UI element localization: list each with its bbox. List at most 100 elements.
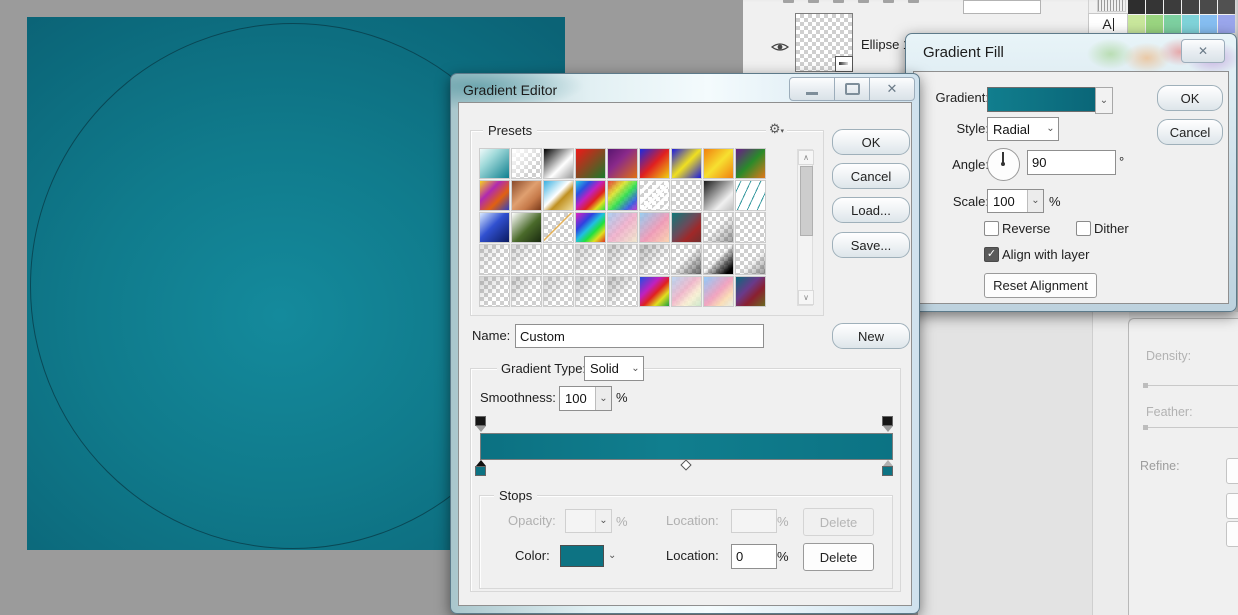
cancel-button[interactable]: Cancel [832,163,910,189]
angle-dial[interactable] [987,148,1020,181]
minimize-icon[interactable] [789,77,835,101]
presets-menu-gear-icon[interactable]: ⚙▾ [766,121,787,137]
preset-swatch[interactable] [736,149,765,178]
maximize-icon[interactable] [835,77,870,101]
preset-swatch[interactable] [672,181,701,210]
color-swatch[interactable] [1164,15,1181,33]
preset-swatch[interactable] [640,277,669,306]
color-swatch[interactable] [1164,0,1181,14]
cancel-button[interactable]: Cancel [1157,119,1223,145]
preset-swatch[interactable] [480,149,509,178]
gradient-type-dropdown[interactable]: Solid ⌄ [584,356,644,381]
color-swatch[interactable] [1128,0,1145,14]
preset-swatch[interactable] [576,245,605,274]
gradient-dropdown-button[interactable]: ⌄ [1095,87,1113,114]
preset-swatch[interactable] [512,277,541,306]
refine-button[interactable] [1226,493,1238,519]
color-swatch[interactable] [1182,15,1199,33]
preset-swatch[interactable] [704,149,733,178]
options-bar-field[interactable] [963,0,1041,14]
feather-slider[interactable] [1143,427,1238,428]
density-slider[interactable] [1143,385,1238,386]
presets-scrollbar[interactable]: ∧ ∨ [797,149,813,306]
color-swatch[interactable] [1182,0,1199,14]
color-swatch[interactable] [1200,0,1217,14]
angle-input[interactable]: 90 [1027,150,1116,175]
refine-button[interactable] [1226,458,1238,484]
scale-combo[interactable]: 100 ⌄ [987,189,1044,213]
layer-visibility-eye-icon[interactable] [771,40,789,58]
close-icon[interactable]: ✕ [870,77,915,101]
dither-checkbox[interactable] [1076,221,1091,236]
preset-swatch[interactable] [512,181,541,210]
preset-swatch[interactable] [704,181,733,210]
new-button[interactable]: New [832,323,910,349]
preset-swatch[interactable] [608,245,637,274]
preset-swatch[interactable] [480,245,509,274]
preset-swatch[interactable] [736,181,765,210]
color-swatch[interactable] [1146,0,1163,14]
ok-button[interactable]: OK [1157,85,1223,111]
color-swatch[interactable] [1146,15,1163,33]
preset-swatch[interactable] [480,277,509,306]
preset-swatch[interactable] [736,277,765,306]
name-input[interactable]: Custom [515,324,764,348]
preset-swatch[interactable] [544,277,573,306]
color-swatch[interactable] [1200,15,1217,33]
preset-swatch[interactable] [640,149,669,178]
preset-swatch[interactable] [480,181,509,210]
opacity-stop-left[interactable] [475,416,486,432]
preset-swatch[interactable] [608,213,637,242]
color-stop-right[interactable] [882,460,893,476]
style-dropdown[interactable]: Radial ⌄ [987,117,1059,141]
layer-thumbnail[interactable] [795,13,853,72]
color-dropdown-chevron-icon[interactable]: ⌄ [608,551,616,561]
align-with-layer-checkbox[interactable]: ✓ [984,247,999,262]
preset-swatch[interactable] [576,213,605,242]
preset-swatch[interactable] [640,181,669,210]
preset-swatch[interactable] [672,149,701,178]
preset-swatch[interactable] [544,149,573,178]
preset-swatch[interactable] [544,245,573,274]
preset-swatch[interactable] [704,245,733,274]
color-stop-left-selected[interactable] [475,460,486,476]
color-swatch[interactable] [1218,0,1235,14]
preset-swatch[interactable] [576,277,605,306]
preset-swatch[interactable] [512,245,541,274]
scroll-down-icon[interactable]: ∨ [798,290,814,305]
color-swatch[interactable] [1128,15,1145,33]
load-button[interactable]: Load... [832,197,910,223]
preset-swatch[interactable] [608,277,637,306]
preset-swatch[interactable] [512,213,541,242]
preset-swatch[interactable] [640,213,669,242]
reverse-checkbox[interactable] [984,221,999,236]
text-tool-icon[interactable]: A [1088,13,1128,35]
delete-color-stop-button[interactable]: Delete [803,543,874,571]
preset-swatch[interactable] [736,213,765,242]
color-swatch[interactable] [560,545,604,567]
save-button[interactable]: Save... [832,232,910,258]
preset-swatch[interactable] [640,245,669,274]
smoothness-combo[interactable]: 100 ⌄ [559,386,612,411]
preset-swatch[interactable] [608,149,637,178]
scroll-up-icon[interactable]: ∧ [798,150,814,165]
color-swatch[interactable] [1218,15,1235,33]
ok-button[interactable]: OK [832,129,910,155]
close-icon[interactable]: ✕ [1181,39,1225,63]
preset-swatch[interactable] [512,149,541,178]
preset-swatch[interactable] [576,149,605,178]
reset-alignment-button[interactable]: Reset Alignment [984,273,1097,298]
layer-name[interactable]: Ellipse 1 [861,37,910,52]
scrollbar-thumb[interactable] [800,166,813,236]
preset-swatch[interactable] [480,213,509,242]
gradient-bar[interactable] [480,433,893,460]
preset-swatch[interactable] [576,181,605,210]
preset-swatch[interactable] [704,213,733,242]
preset-swatch[interactable] [672,213,701,242]
gradient-preview-swatch[interactable] [987,87,1096,112]
preset-swatch[interactable] [704,277,733,306]
preset-swatch[interactable] [672,277,701,306]
preset-swatch[interactable] [736,245,765,274]
preset-swatch[interactable] [608,181,637,210]
preset-swatch[interactable] [544,181,573,210]
